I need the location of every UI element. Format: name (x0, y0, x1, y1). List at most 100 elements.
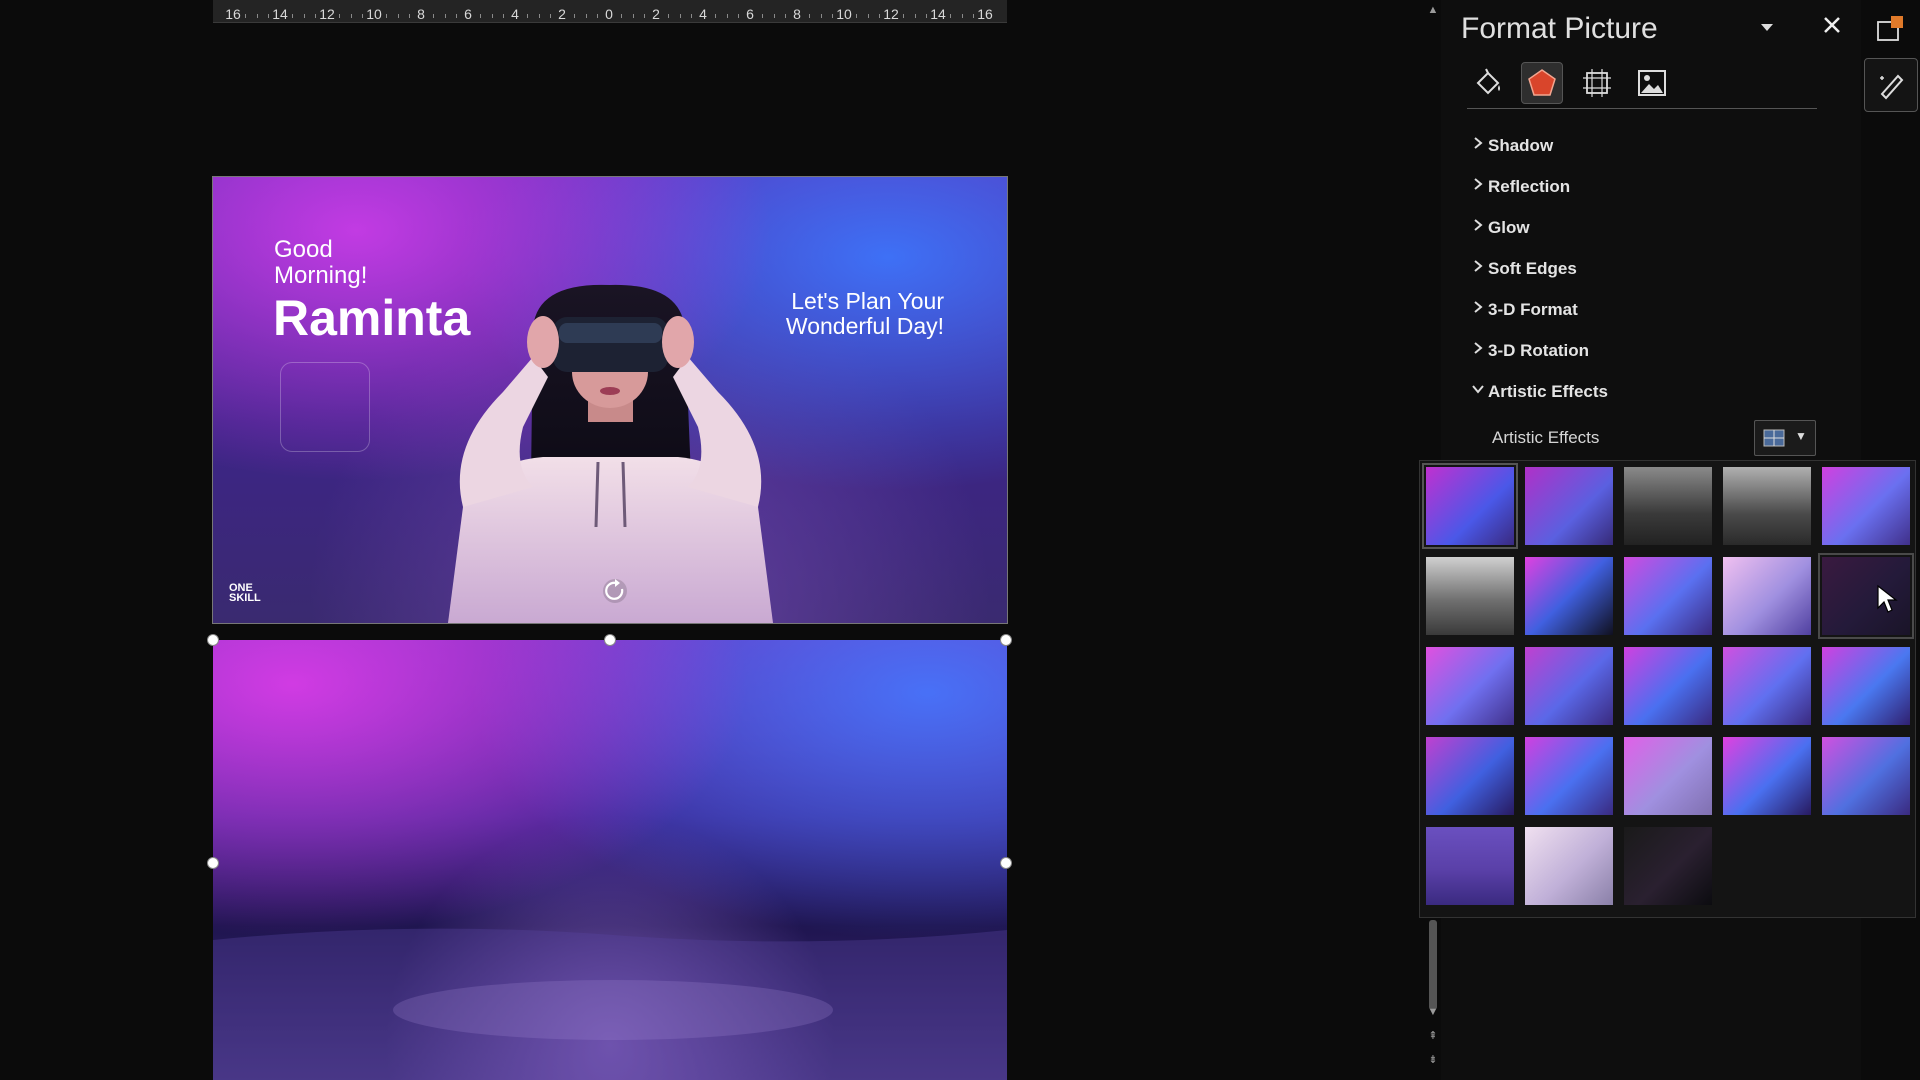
wall-floor-texture (213, 928, 1007, 1080)
artistic-effects-label: Artistic Effects (1492, 428, 1600, 447)
ruler-minor-tick (973, 14, 975, 18)
logo-line-2: SKILL (229, 592, 261, 604)
ruler-minor-tick (820, 14, 822, 18)
artistic-effect-option[interactable] (1723, 737, 1811, 815)
resize-handle-middle-right[interactable] (1000, 857, 1012, 869)
artistic-effect-option[interactable] (1723, 557, 1811, 635)
size-properties-icon (1583, 69, 1611, 97)
section-3-d-rotation[interactable]: 3-D Rotation (1471, 341, 1831, 382)
artistic-effect-option[interactable] (1525, 827, 1613, 905)
close-icon (1824, 17, 1840, 33)
brand-logo: ONE SKILL (229, 583, 261, 604)
resize-handle-top-right[interactable] (1000, 634, 1012, 646)
pane-popout-icon[interactable] (1875, 14, 1905, 44)
section-label: Artistic Effects (1488, 382, 1608, 401)
selected-picture[interactable] (213, 640, 1007, 1080)
rotate-handle-icon[interactable] (601, 577, 629, 605)
section-label: Soft Edges (1488, 259, 1577, 278)
resize-handle-middle-left[interactable] (207, 857, 219, 869)
tab-picture[interactable] (1631, 62, 1673, 104)
ruler-tick-label: 4 (699, 6, 707, 22)
pane-options-dropdown[interactable] (1757, 20, 1777, 36)
picture-icon (1638, 70, 1666, 96)
artistic-effect-option[interactable] (1525, 737, 1613, 815)
slide-thumbnail-top[interactable]: Good Morning! Raminta Let's Plan Your Wo… (212, 176, 1008, 624)
artistic-effect-option[interactable] (1426, 557, 1514, 635)
scroll-up-arrow-icon[interactable]: ▲ (1427, 4, 1439, 16)
ruler-tick-label: 8 (793, 6, 801, 22)
ruler-minor-tick (620, 14, 622, 18)
chevron-right-icon (1471, 341, 1485, 358)
artistic-effect-option[interactable] (1822, 467, 1910, 545)
artistic-effect-option[interactable] (1624, 737, 1712, 815)
mouse-cursor-icon (1877, 584, 1898, 613)
ruler-minor-tick (338, 14, 340, 18)
scroll-down-arrow-icon[interactable]: ▼ (1427, 1006, 1439, 1018)
greeting-text: Good Morning! (274, 237, 367, 289)
section-artistic-effects[interactable]: Artistic Effects (1471, 382, 1831, 423)
artistic-effect-option[interactable] (1525, 467, 1613, 545)
ruler-minor-tick (573, 14, 575, 18)
tab-size-properties[interactable] (1576, 62, 1618, 104)
section-label: Reflection (1488, 177, 1571, 196)
greeting-line-1: Good (274, 236, 333, 263)
pane-tab-bar (1467, 62, 1817, 109)
chevron-right-icon (1471, 218, 1485, 235)
chevron-right-icon (1471, 177, 1485, 194)
artistic-effect-option[interactable] (1822, 647, 1910, 725)
artistic-effect-option[interactable] (1426, 827, 1514, 905)
tab-fill-line[interactable] (1467, 62, 1509, 104)
resize-handle-top-left[interactable] (207, 634, 219, 646)
ruler-tick-label: 16 (225, 6, 241, 22)
ruler-minor-tick (597, 14, 599, 18)
ruler-minor-tick (691, 14, 693, 18)
artistic-effect-option[interactable] (1822, 737, 1910, 815)
ruler-tick-label: 2 (652, 6, 660, 22)
artistic-effect-option[interactable] (1525, 557, 1613, 635)
resize-handle-top-center[interactable] (604, 634, 616, 646)
artistic-effect-option[interactable] (1426, 647, 1514, 725)
scroll-thumb[interactable] (1429, 920, 1437, 1010)
artistic-effect-option[interactable] (1525, 647, 1613, 725)
designer-button[interactable] (1864, 58, 1918, 112)
section-shadow[interactable]: Shadow (1471, 136, 1831, 177)
ruler-minor-tick (362, 14, 364, 18)
artistic-effect-option[interactable] (1624, 827, 1712, 905)
artistic-effect-option[interactable] (1723, 467, 1811, 545)
section-glow[interactable]: Glow (1471, 218, 1831, 259)
ruler-tick-label: 0 (605, 6, 613, 22)
artistic-effect-option[interactable] (1426, 737, 1514, 815)
ruler-minor-tick (550, 14, 552, 18)
ruler-minor-tick (456, 14, 458, 18)
plan-line-2: Wonderful Day! (785, 313, 944, 339)
artistic-effects-dropdown[interactable]: ▼ (1754, 420, 1816, 456)
effects-section-list: Shadow Reflection Glow Soft Edges 3-D Format… (1471, 136, 1831, 423)
artistic-effect-option[interactable] (1723, 647, 1811, 725)
ruler-minor-tick (902, 14, 904, 18)
artistic-effect-option[interactable] (1422, 463, 1518, 549)
ruler-minor-tick (538, 14, 540, 18)
ruler-minor-tick (409, 14, 411, 18)
ruler-minor-tick (949, 14, 951, 18)
ruler-tick-label: 12 (319, 6, 335, 22)
section-3-d-format[interactable]: 3-D Format (1471, 300, 1831, 341)
artistic-effect-option[interactable] (1624, 467, 1712, 545)
section-reflection[interactable]: Reflection (1471, 177, 1831, 218)
section-soft-edges[interactable]: Soft Edges (1471, 259, 1831, 300)
chevron-down-icon (1471, 382, 1485, 399)
ruler-minor-tick (714, 14, 716, 18)
ruler-tick-label: 10 (366, 6, 382, 22)
next-slide-icon[interactable]: ⇟ (1427, 1054, 1439, 1066)
pane-title: Format Picture (1461, 12, 1658, 45)
ruler-minor-tick (644, 14, 646, 18)
artistic-effect-option[interactable] (1624, 557, 1712, 635)
artistic-effect-option[interactable] (1624, 647, 1712, 725)
previous-slide-icon[interactable]: ⇞ (1427, 1030, 1439, 1042)
ruler-minor-tick (432, 14, 434, 18)
ruler-minor-tick (350, 14, 352, 18)
plan-line-1: Let's Plan Your (791, 288, 944, 314)
close-pane-button[interactable] (1819, 14, 1845, 40)
ruler-minor-tick (244, 14, 246, 18)
tab-effects[interactable] (1521, 62, 1563, 104)
ruler-minor-tick (291, 14, 293, 18)
